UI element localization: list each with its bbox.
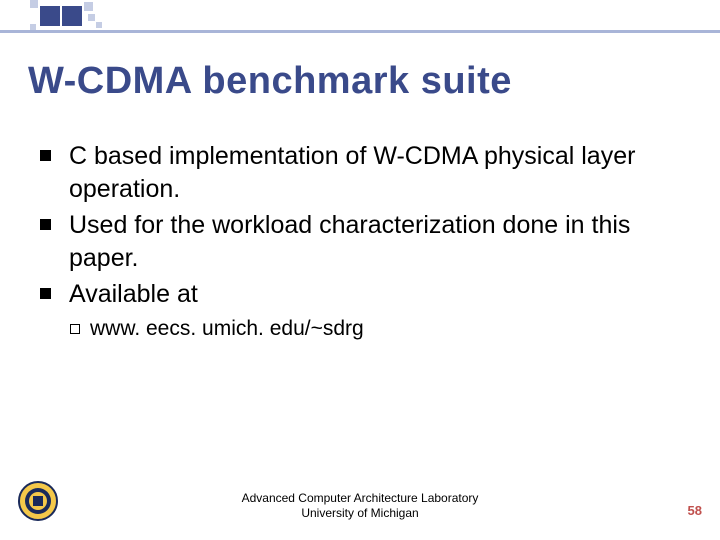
footer-text: Advanced Computer Architecture Laborator… <box>0 491 720 522</box>
bullet-text: Used for the workload characterization d… <box>69 209 680 274</box>
bullet-item: Available at <box>40 278 680 311</box>
sub-bullet-text: www. eecs. umich. edu/~sdrg <box>90 317 364 341</box>
slide-footer: Advanced Computer Architecture Laborator… <box>0 483 720 528</box>
header-decoration <box>0 0 720 40</box>
bullet-square-icon <box>40 150 51 161</box>
slide-content: C based implementation of W-CDMA physica… <box>40 140 680 341</box>
sub-bullet-item: www. eecs. umich. edu/~sdrg <box>70 317 680 341</box>
bullet-text: Available at <box>69 278 198 311</box>
bullet-item: Used for the workload characterization d… <box>40 209 680 274</box>
footer-line2: University of Michigan <box>301 506 418 520</box>
bullet-square-icon <box>40 288 51 299</box>
slide-title: W-CDMA benchmark suite <box>28 60 512 103</box>
page-number: 58 <box>688 503 702 518</box>
bullet-item: C based implementation of W-CDMA physica… <box>40 140 680 205</box>
sub-bullet-square-icon <box>70 324 80 334</box>
footer-line1: Advanced Computer Architecture Laborator… <box>242 491 479 505</box>
bullet-text: C based implementation of W-CDMA physica… <box>69 140 680 205</box>
bullet-square-icon <box>40 219 51 230</box>
